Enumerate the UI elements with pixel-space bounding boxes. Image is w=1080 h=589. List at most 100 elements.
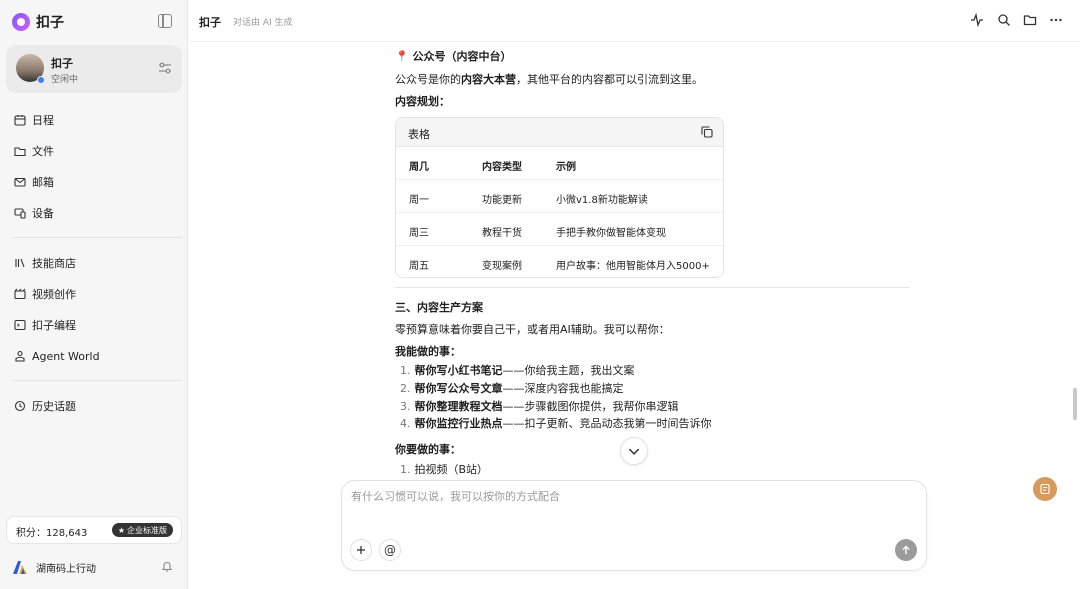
column-header: 周几	[409, 162, 429, 173]
send-button[interactable]	[895, 539, 917, 561]
column-header: 内容类型	[482, 162, 522, 173]
table-cell: 周五	[409, 261, 429, 272]
sidebar-item-label: 技能商店	[32, 257, 76, 270]
bell-icon[interactable]	[161, 560, 173, 572]
table-cell: 手把手教你做智能体变现	[556, 228, 666, 239]
content-plan-table: 表格 周几 内容类型 示例 周一 功能更新 小微v1.8新功能解读 周三 教程干…	[395, 117, 724, 278]
video-icon	[14, 288, 26, 300]
sidebar-item-label: 视频创作	[32, 288, 76, 301]
plan-badge-label: 企业标准版	[127, 525, 167, 535]
message-composer: @	[341, 480, 927, 571]
sidebar-item-label: 扣子编程	[32, 319, 76, 332]
intro-paragraph: 公众号是你的内容大本营，其他平台的内容都可以引流到这里。	[395, 73, 703, 86]
column-header: 示例	[556, 162, 576, 173]
sidebar-item-label: Agent World	[32, 349, 100, 363]
table-title: 表格	[408, 128, 430, 141]
table-cell: 教程干货	[482, 228, 522, 239]
sidebar-item-files[interactable]: 文件	[14, 141, 54, 161]
add-attachment-button[interactable]	[350, 539, 372, 561]
sidebar-collapse-icon[interactable]	[158, 14, 172, 28]
section-heading: 📍 公众号（内容中台）	[395, 50, 512, 63]
table-cell: 小微v1.8新功能解读	[556, 195, 648, 206]
list-item: 1. 拍视频（B站）	[400, 463, 489, 476]
sidebar-item-label: 邮箱	[32, 176, 54, 189]
message-input[interactable]	[351, 490, 871, 503]
table-header-row: 周几 内容类型 示例	[396, 147, 723, 180]
sidebar-item-label: 文件	[32, 145, 54, 158]
agent-icon	[15, 350, 25, 362]
chat-header: 扣子 对话由 AI 生成	[189, 0, 1080, 42]
sidebar-item-devices[interactable]: 设备	[14, 203, 54, 223]
activity-icon[interactable]	[970, 13, 984, 27]
sidebar-item-skill-store[interactable]: 技能商店	[14, 253, 76, 273]
mail-icon	[14, 177, 26, 187]
profile-card[interactable]: 扣子 空闲中	[6, 45, 182, 93]
org-name: 湖南码上行动	[36, 563, 96, 575]
sidebar-item-mail[interactable]: 邮箱	[14, 172, 54, 192]
star-icon: ★	[117, 525, 125, 535]
sidebar-item-video-creation[interactable]: 视频创作	[14, 284, 76, 304]
table-row: 周一 功能更新 小微v1.8新功能解读	[396, 180, 723, 213]
sidebar-item-agent-world[interactable]: Agent World	[14, 346, 100, 366]
table-row: 周三 教程干货 手把手教你做智能体变现	[396, 213, 723, 246]
profile-name: 扣子	[51, 57, 73, 70]
sidebar-item-label: 日程	[32, 114, 54, 127]
plus-icon	[357, 546, 365, 554]
org-switcher[interactable]: 湖南码上行动	[12, 558, 96, 576]
table-cell: 周一	[409, 195, 429, 206]
sidebar-item-label: 历史话题	[32, 400, 76, 413]
content-divider	[395, 287, 910, 288]
points-label: 积分：128,643	[16, 528, 88, 539]
page-title: 扣子	[199, 16, 221, 29]
sidebar-divider	[12, 237, 182, 238]
copy-icon[interactable]	[701, 126, 713, 138]
folder-icon	[14, 147, 26, 157]
table-cell: 功能更新	[482, 195, 522, 206]
list-item: 1. 帮你写小红书笔记——你给我主题，我出文案	[400, 364, 635, 377]
table-cell: 变现案例	[482, 261, 522, 272]
sidebar-item-coze-coding[interactable]: 扣子编程	[14, 315, 76, 335]
plan-badge[interactable]: ★ 企业标准版	[111, 523, 173, 537]
scroll-to-bottom-button[interactable]	[620, 437, 648, 465]
mention-button[interactable]: @	[379, 539, 401, 561]
org-logo-icon	[13, 561, 27, 574]
arrow-up-icon	[902, 545, 910, 554]
planning-label: 内容规划：	[395, 95, 450, 108]
section-intro: 零预算意味着你要自己干，或者用AI辅助。我可以帮你：	[395, 323, 670, 336]
list-item: 3. 帮你整理教程文档——步骤截图你提供，我帮你串逻辑	[400, 400, 679, 413]
you-do-label: 你要做的事：	[395, 443, 461, 456]
floating-notes-button[interactable]	[1033, 477, 1057, 501]
table-cell: 用户故事：他用智能体月入5000+	[556, 261, 710, 272]
brand-name: 扣子	[36, 15, 64, 31]
sidebar-item-schedule[interactable]: 日程	[14, 110, 54, 130]
more-icon[interactable]	[1049, 13, 1063, 27]
brand[interactable]: 扣子	[12, 12, 64, 32]
calendar-icon	[14, 115, 26, 126]
sidebar-item-label: 设备	[32, 207, 54, 220]
history-icon	[14, 400, 26, 412]
profile-status: 空闲中	[51, 75, 79, 85]
note-icon	[1040, 483, 1050, 495]
device-icon	[14, 208, 26, 219]
chevron-down-icon	[628, 448, 640, 455]
sidebar-divider	[12, 380, 182, 381]
section-heading: 三、内容生产方案	[395, 301, 483, 314]
table-row: 周五 变现案例 用户故事：他用智能体月入5000+	[396, 246, 723, 277]
list-item: 4. 帮你监控行业热点——扣子更新、竞品动态我第一时间告诉你	[400, 417, 712, 430]
library-icon	[15, 258, 25, 268]
scrollbar-thumb[interactable]	[1073, 388, 1077, 420]
online-status-dot	[37, 76, 45, 84]
search-icon[interactable]	[997, 13, 1011, 27]
sidebar-item-history[interactable]: 历史话题	[14, 396, 76, 416]
folder-icon[interactable]	[1023, 13, 1037, 27]
at-icon: @	[384, 543, 396, 557]
sliders-icon[interactable]	[158, 62, 172, 74]
points-card[interactable]: 积分：128,643 ★ 企业标准版	[6, 516, 182, 544]
list-item: 2. 帮你写公众号文章——深度内容我也能搞定	[400, 382, 624, 395]
table-header-bar: 表格	[396, 118, 723, 147]
sidebar: 扣子 扣子 空闲中 日程 文件 邮箱 设备 技能商店 视频创作 扣子编程 Age…	[0, 0, 188, 589]
table-cell: 周三	[409, 228, 429, 239]
can-do-label: 我能做的事：	[395, 345, 461, 358]
code-icon	[14, 319, 26, 331]
ai-disclaimer: 对话由 AI 生成	[233, 18, 293, 28]
